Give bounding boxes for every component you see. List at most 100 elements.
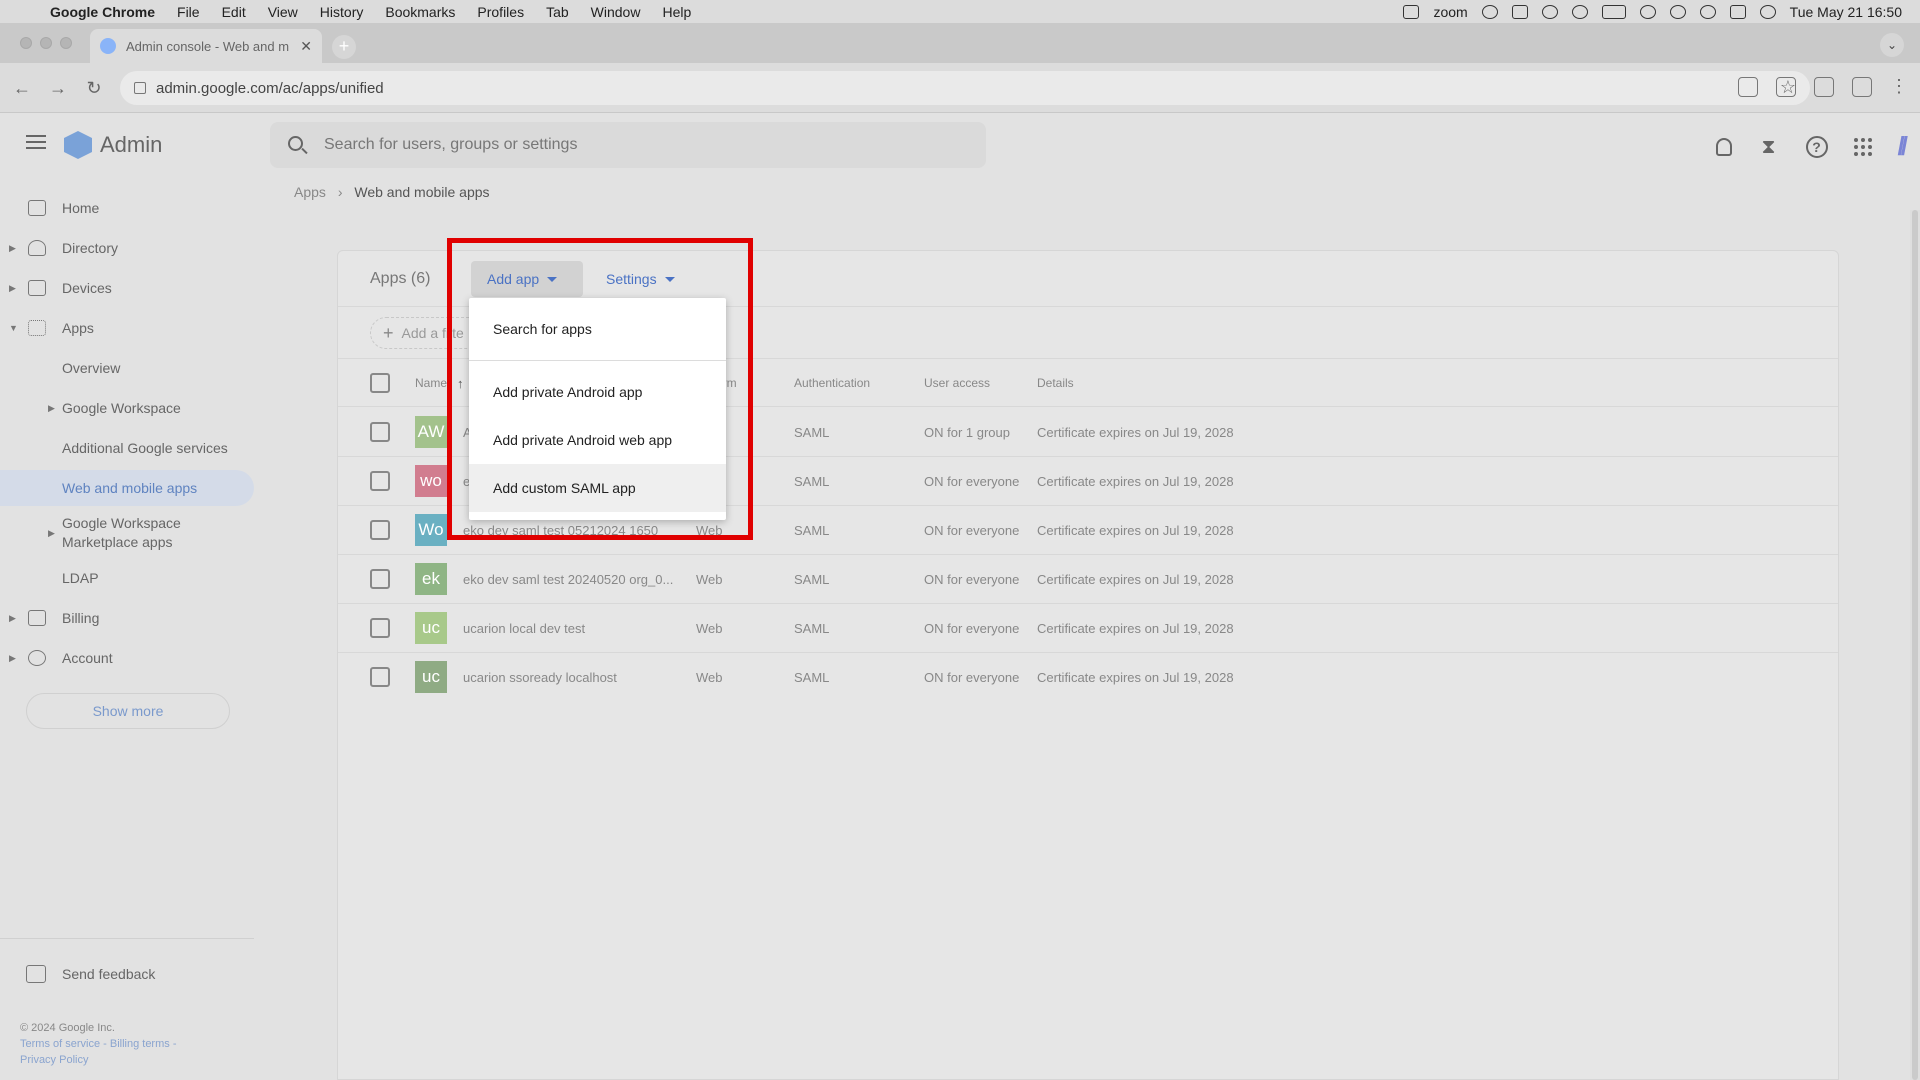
battery-icon[interactable] [1601,4,1626,19]
main-menu-icon[interactable] [26,135,46,149]
extension-icon[interactable] [1738,76,1758,97]
page-scrollbar[interactable] [1910,210,1920,1080]
minimize-window-button[interactable] [40,37,52,49]
show-more-button[interactable]: Show more [26,693,230,729]
row-checkbox[interactable] [370,471,390,491]
reload-icon[interactable]: ↻ [82,76,106,100]
send-feedback-label: Send feedback [62,966,156,982]
row-checkbox[interactable] [370,520,390,540]
menu-bookmarks[interactable]: Bookmarks [385,4,455,20]
sidebar-item-web-and-mobile-apps[interactable]: Web and mobile apps [0,470,254,506]
close-tab-icon[interactable]: ✕ [300,38,312,55]
zoom-window-button[interactable] [60,37,72,49]
forward-arrow-icon[interactable]: → [46,76,70,100]
sidebar-item-apps[interactable]: ▼ Apps [0,310,254,346]
sidebar-item-marketplace-apps[interactable]: ▶ Google Workspace Marketplace apps [0,510,254,556]
spotlight-icon[interactable] [1699,4,1716,19]
row-checkbox[interactable] [370,618,390,638]
admin-logo-text[interactable]: Admin [100,132,162,158]
menu-help[interactable]: Help [662,4,691,20]
reading-list-icon[interactable] [1814,76,1834,97]
column-details[interactable]: Details [1037,376,1074,390]
expand-caret-icon[interactable]: ▶ [9,283,16,294]
sidebar-item-home[interactable]: Home [0,190,254,226]
record-icon[interactable] [1481,4,1498,19]
row-checkbox[interactable] [370,422,390,442]
menu-view[interactable]: View [268,4,298,20]
expand-caret-icon[interactable]: ▶ [48,528,55,539]
close-window-button[interactable] [20,37,32,49]
menu-edit[interactable]: Edit [222,4,246,20]
url-text[interactable]: admin.google.com/ac/apps/unified [156,80,384,97]
sidebar-item-ldap[interactable]: LDAP [0,560,254,596]
expand-caret-icon[interactable]: ▶ [9,653,16,664]
privacy-link[interactable]: Privacy Policy [20,1054,88,1066]
app-name[interactable]: eko dev saml test 20240520 org_0... [463,572,673,587]
app-name[interactable]: ucarion local dev test [463,621,585,636]
menu-window[interactable]: Window [591,4,641,20]
row-checkbox[interactable] [370,569,390,589]
billing-terms-link[interactable]: Billing terms [110,1038,170,1050]
sidebar-item-account[interactable]: ▶ Account [0,640,254,676]
address-bar[interactable]: admin.google.com/ac/apps/unified ☆ [120,71,1810,105]
menu-file[interactable]: File [177,4,200,20]
profile-icon[interactable] [1852,76,1872,97]
siri-icon[interactable] [1759,4,1776,19]
apple-icon[interactable] [20,4,36,20]
notion-icon[interactable] [1403,4,1420,19]
control-center-icon[interactable] [1729,4,1746,19]
chrome-menu-icon[interactable]: ⋮ [1890,76,1908,97]
zoom-label[interactable]: zoom [1433,4,1467,20]
account-avatar-icon[interactable]: // [1898,131,1909,162]
expand-caret-icon[interactable]: ▶ [9,613,16,624]
puzzle-icon[interactable] [1776,76,1796,97]
column-user-access[interactable]: User access [924,376,990,390]
terms-link[interactable]: Terms of service [20,1038,100,1050]
clock[interactable]: Tue May 21 16:50 [1790,4,1902,20]
app-name[interactable]: ucarion ssoready localhost [463,670,617,685]
sidebar-item-label: Account [62,650,113,666]
select-all-checkbox[interactable] [370,373,390,393]
notifications-bell-icon[interactable] [1715,137,1732,156]
column-authentication[interactable]: Authentication [794,376,870,390]
hourglass-icon[interactable]: ⧗ [1758,136,1780,158]
menu-history[interactable]: History [320,4,364,20]
send-feedback-button[interactable]: Send feedback [26,965,155,983]
user-icon[interactable] [1669,4,1686,19]
search-input[interactable]: Search for users, groups or settings [270,122,986,168]
breadcrumb-separator: › [337,184,343,200]
table-row[interactable]: uc ucarion ssoready localhost Web SAML O… [338,653,1838,702]
app-platform: Web [696,670,723,685]
table-row[interactable]: ek eko dev saml test 20240520 org_0... W… [338,555,1838,604]
sidebar-item-billing[interactable]: ▶ Billing [0,600,254,636]
help-icon[interactable]: ? [1805,135,1828,158]
screen-icon[interactable] [1511,4,1528,19]
menu-tab[interactable]: Tab [546,4,569,20]
back-arrow-icon[interactable]: ← [10,76,34,100]
sidebar-item-google-workspace[interactable]: ▶ Google Workspace [0,390,254,426]
expand-caret-icon[interactable]: ▶ [9,243,16,254]
scrollbar-thumb[interactable] [1912,210,1918,1080]
bluetooth-icon[interactable] [1541,4,1558,19]
collapse-caret-icon[interactable]: ▼ [9,323,18,333]
table-row[interactable]: uc ucarion local dev test Web SAML ON fo… [338,604,1838,653]
expand-caret-icon[interactable]: ▶ [48,403,55,414]
sidebar-item-overview[interactable]: Overview [0,350,254,386]
new-tab-button[interactable]: + [332,35,356,59]
app-access: ON for everyone [924,621,1020,636]
sidebar-item-devices[interactable]: ▶ Devices [0,270,254,306]
wifi-icon[interactable] [1639,4,1656,19]
tab-search-chevron-icon[interactable]: ⌄ [1880,33,1904,57]
admin-logo-icon[interactable] [64,131,92,159]
site-info-icon[interactable] [134,82,146,94]
column-name[interactable]: Name [415,376,447,390]
google-apps-icon[interactable] [1853,137,1872,156]
menu-app-name[interactable]: Google Chrome [50,4,155,20]
row-checkbox[interactable] [370,667,390,687]
browser-tab[interactable]: Admin console - Web and m ✕ [90,29,322,63]
play-icon[interactable] [1571,4,1588,19]
sidebar-item-directory[interactable]: ▶ Directory [0,230,254,266]
sidebar-item-additional-services[interactable]: Additional Google services [0,430,254,466]
menu-profiles[interactable]: Profiles [477,4,524,20]
breadcrumb-apps-link[interactable]: Apps [294,184,326,200]
